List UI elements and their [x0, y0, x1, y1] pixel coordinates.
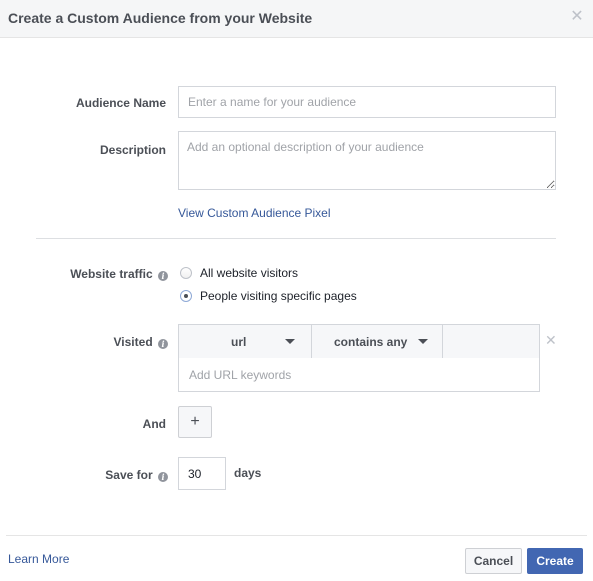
cancel-button[interactable]: Cancel — [465, 548, 522, 574]
visited-label: Visited i — [60, 335, 168, 349]
website-traffic-label-text: Website traffic — [70, 267, 153, 281]
url-rule-box: url contains any — [178, 324, 540, 392]
audience-name-label: Audience Name — [75, 96, 166, 110]
radio-button-unchecked[interactable] — [180, 267, 192, 279]
info-icon[interactable]: i — [158, 339, 168, 349]
description-label: Description — [99, 143, 166, 157]
audience-name-input[interactable] — [178, 86, 556, 118]
field-select[interactable]: url — [179, 325, 312, 358]
rule-empty-cell — [443, 325, 539, 358]
caret-down-icon — [418, 339, 428, 344]
operator-select-value: contains any — [334, 335, 408, 349]
info-icon[interactable]: i — [158, 271, 168, 281]
dialog-header: Create a Custom Audience from your Websi… — [0, 0, 593, 38]
info-icon[interactable]: i — [158, 472, 168, 482]
section-divider — [36, 238, 556, 239]
view-pixel-link[interactable]: View Custom Audience Pixel — [178, 206, 331, 220]
url-keywords-input[interactable] — [179, 359, 539, 391]
footer-divider — [6, 535, 587, 536]
caret-down-icon — [285, 339, 295, 344]
add-rule-button[interactable]: + — [178, 406, 212, 438]
close-icon[interactable]: ✕ — [570, 9, 584, 25]
and-label: And — [142, 417, 166, 431]
save-for-label: Save for i — [60, 468, 168, 482]
description-textarea[interactable] — [178, 131, 556, 190]
remove-rule-icon[interactable]: ✕ — [545, 333, 557, 347]
save-for-label-text: Save for — [105, 468, 153, 482]
rule-selectors: url contains any — [179, 325, 539, 358]
operator-select[interactable]: contains any — [312, 325, 443, 358]
website-traffic-label: Website traffic i — [40, 267, 168, 281]
radio-all-visitors[interactable]: All website visitors — [180, 266, 298, 280]
dialog-title: Create a Custom Audience from your Websi… — [8, 10, 313, 26]
radio-button-checked[interactable] — [180, 290, 192, 302]
create-button[interactable]: Create — [527, 548, 583, 574]
visited-label-text: Visited — [113, 335, 153, 349]
save-days-input[interactable] — [178, 457, 226, 490]
days-unit-label: days — [234, 466, 262, 480]
field-select-value: url — [231, 335, 247, 349]
learn-more-link[interactable]: Learn More — [8, 552, 69, 566]
radio-label: All website visitors — [200, 266, 299, 280]
radio-label: People visiting specific pages — [200, 289, 357, 303]
radio-specific-pages[interactable]: People visiting specific pages — [180, 289, 357, 303]
